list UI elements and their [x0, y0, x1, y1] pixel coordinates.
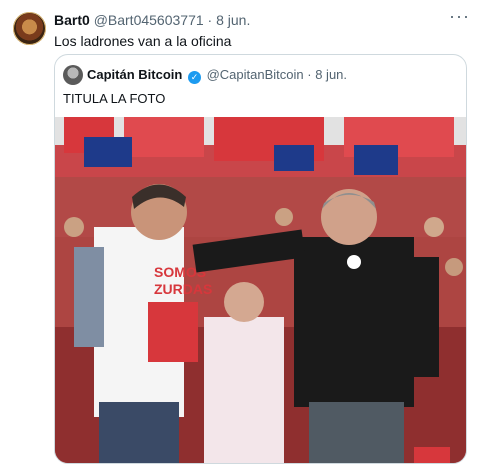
- quoted-photo[interactable]: SOMOS ZURDAS: [54, 117, 466, 463]
- separator-dot: ·: [207, 12, 213, 28]
- quoted-timestamp[interactable]: 8 jun.: [315, 67, 347, 82]
- more-options-icon[interactable]: ···: [449, 6, 470, 27]
- quoted-tweet-header: Capitán Bitcoin ✓ @CapitanBitcoin · 8 ju…: [87, 67, 347, 84]
- verified-badge-icon: ✓: [187, 71, 201, 84]
- quoted-author-name[interactable]: Capitán Bitcoin: [87, 67, 182, 82]
- quoted-tweet[interactable]: Capitán Bitcoin ✓ @CapitanBitcoin · 8 ju…: [54, 54, 467, 464]
- tweet-timestamp[interactable]: 8 jun.: [216, 12, 250, 28]
- quoted-author-avatar[interactable]: [63, 65, 83, 85]
- quoted-separator-dot: ·: [307, 67, 312, 82]
- quoted-tweet-text: TITULA LA FOTO: [63, 91, 166, 106]
- shirt-text-line2: ZURDAS: [154, 281, 212, 297]
- tweet-header: Bart0 @Bart045603771 · 8 jun.: [54, 12, 250, 28]
- tweet-text: Los ladrones van a la oficina: [54, 33, 232, 49]
- author-avatar[interactable]: [13, 12, 46, 45]
- author-name[interactable]: Bart0: [54, 12, 90, 28]
- tweet-card[interactable]: Bart0 @Bart045603771 · 8 jun. ··· Los la…: [0, 0, 497, 468]
- quoted-author-handle[interactable]: @CapitanBitcoin: [207, 67, 304, 82]
- author-handle[interactable]: @Bart045603771: [94, 12, 204, 28]
